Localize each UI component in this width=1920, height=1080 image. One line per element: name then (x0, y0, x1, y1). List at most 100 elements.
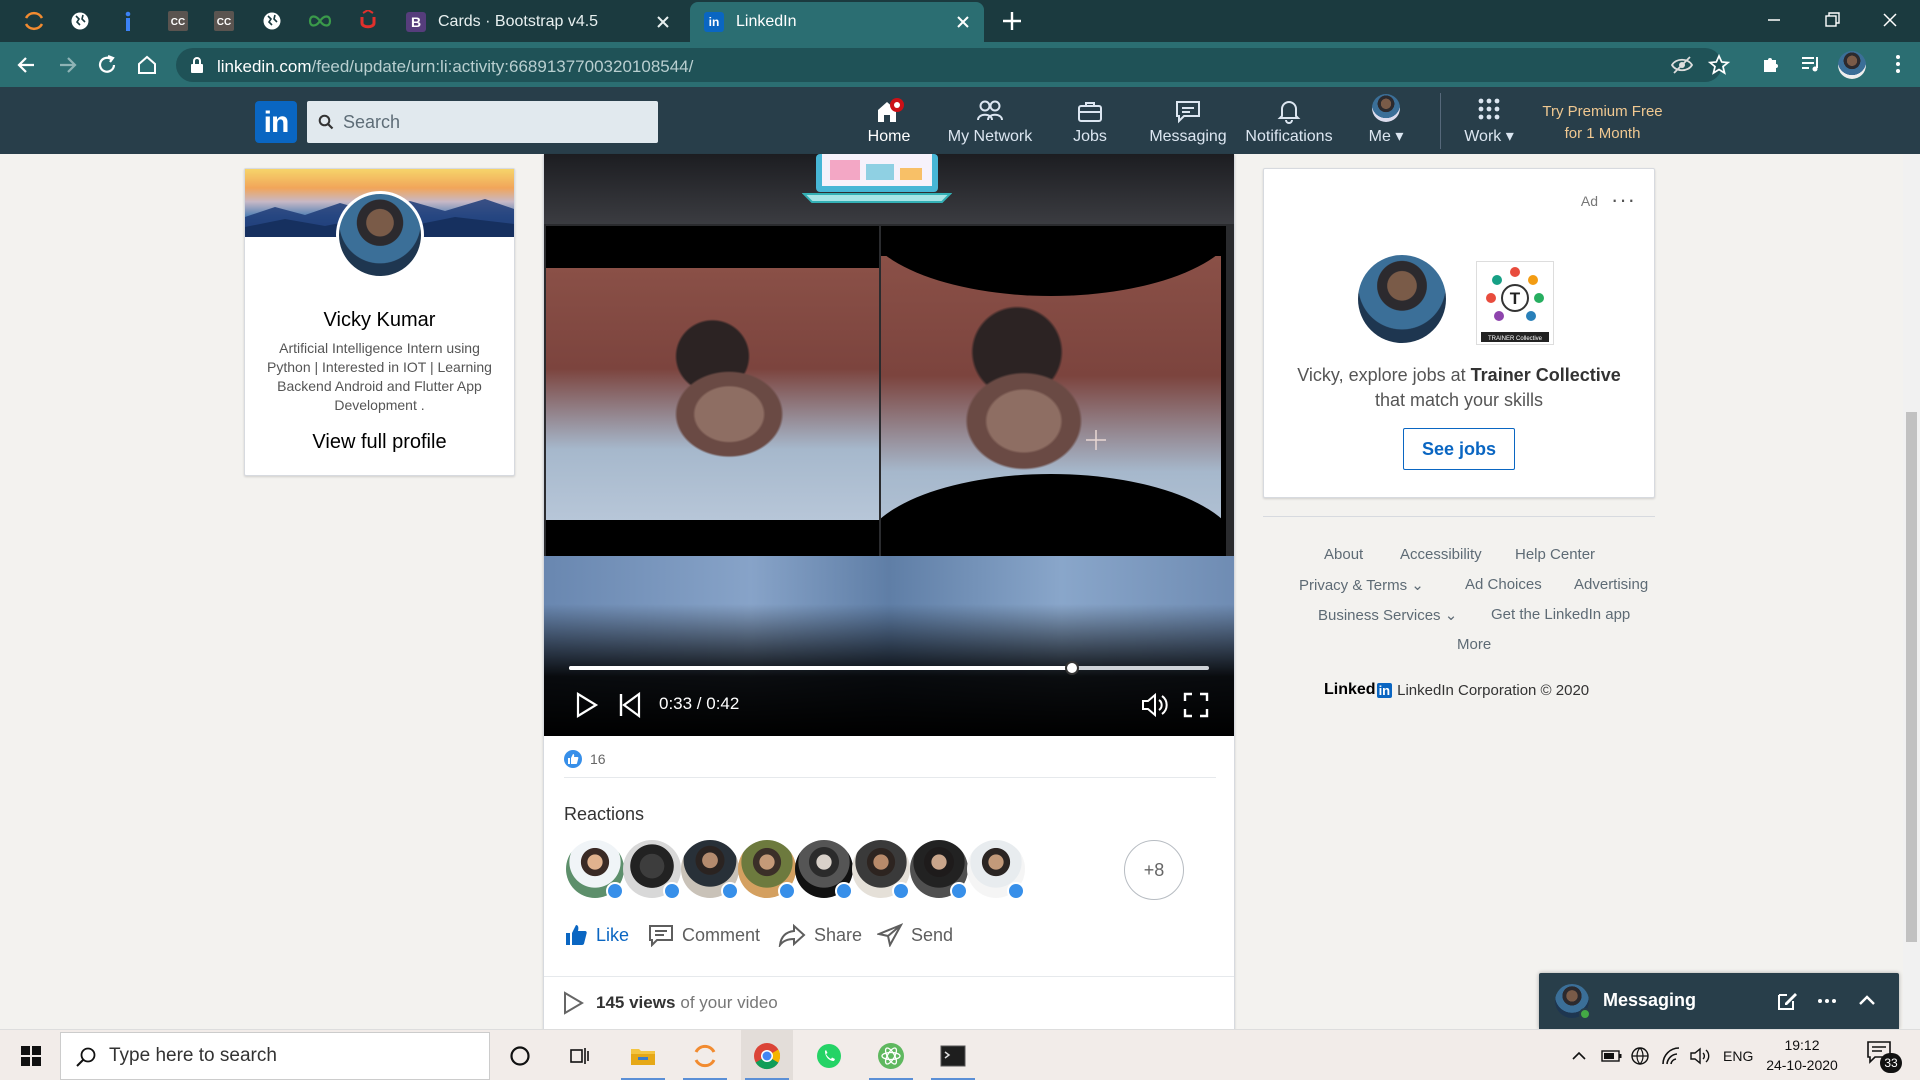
whatsapp-icon[interactable] (803, 1030, 855, 1080)
reload-icon[interactable] (94, 52, 120, 78)
footer-link-privacy-terms[interactable]: Privacy & Terms ⌄ (1299, 576, 1424, 594)
reactor-avatar[interactable] (738, 840, 796, 900)
tab-bootstrap[interactable]: B Cards · Bootstrap v4.5 (392, 2, 684, 42)
bookmark-star-icon[interactable] (1707, 53, 1731, 77)
compose-icon[interactable] (1775, 989, 1799, 1013)
network-globe-icon[interactable] (1630, 1044, 1652, 1068)
reactor-avatar[interactable] (566, 840, 624, 900)
footer-link-advertising[interactable]: Advertising (1574, 576, 1648, 593)
new-tab-icon[interactable] (1001, 10, 1023, 32)
reactor-avatar[interactable] (852, 840, 910, 900)
eclipse-app-icon[interactable] (679, 1030, 731, 1080)
footer-link-accessibility[interactable]: Accessibility (1400, 546, 1482, 563)
reactor-avatar[interactable] (795, 840, 853, 900)
more-reactors-button[interactable]: +8 (1124, 840, 1184, 900)
reactor-avatar[interactable] (967, 840, 1025, 900)
nav-home[interactable]: Home (862, 87, 916, 154)
send-button[interactable]: Send (877, 920, 953, 950)
taskbar-search-input[interactable] (109, 1033, 479, 1079)
pinned-tab-infinity-icon[interactable] (296, 4, 344, 38)
scrollbar-thumb[interactable] (1906, 412, 1917, 942)
forward-icon[interactable] (54, 52, 80, 78)
volume-icon[interactable] (1689, 1044, 1711, 1068)
profile-name[interactable]: Vicky Kumar (245, 309, 514, 332)
close-tab-icon[interactable] (954, 13, 972, 31)
address-bar[interactable]: linkedin.com/feed/update/urn:li:activity… (176, 48, 1731, 82)
media-queue-icon[interactable] (1799, 52, 1823, 76)
reactor-avatar[interactable] (910, 840, 968, 900)
chrome-icon[interactable] (741, 1030, 793, 1080)
file-explorer-icon[interactable] (617, 1030, 669, 1080)
atom-app-icon[interactable] (865, 1030, 917, 1080)
nav-my-network[interactable]: My Network (940, 87, 1040, 154)
reactor-avatar[interactable] (623, 840, 681, 900)
nav-work[interactable]: Work ▾ (1456, 87, 1522, 154)
battery-icon[interactable] (1601, 1044, 1623, 1068)
pinned-tab-cc-icon[interactable]: CC (154, 4, 202, 38)
tab-linkedin[interactable]: in LinkedIn (690, 2, 984, 42)
windows-start-icon[interactable] (10, 1040, 52, 1072)
skip-back-icon[interactable] (615, 690, 645, 720)
footer-link-business-services[interactable]: Business Services ⌄ (1318, 606, 1457, 624)
more-options-icon[interactable]: ··· (1611, 187, 1636, 213)
footer-link-get-app[interactable]: Get the LinkedIn app (1491, 606, 1630, 623)
video-scrubber-handle[interactable] (1065, 661, 1080, 675)
terminal-icon[interactable] (927, 1030, 979, 1080)
eye-off-icon[interactable] (1670, 53, 1694, 77)
more-options-icon[interactable] (1815, 989, 1839, 1013)
lock-icon[interactable] (190, 56, 204, 74)
footer-link-ad-choices[interactable]: Ad Choices (1465, 576, 1542, 593)
pinned-tab-info-icon[interactable] (104, 4, 152, 38)
browser-profile-avatar[interactable] (1838, 51, 1866, 79)
video-views[interactable]: 145 views of your video (562, 990, 778, 1016)
search-input[interactable] (343, 101, 643, 143)
language-indicator[interactable]: ENG (1723, 1044, 1753, 1068)
show-hidden-icons-icon[interactable] (1570, 1044, 1588, 1068)
browser-menu-icon[interactable] (1886, 52, 1910, 76)
share-button[interactable]: Share (778, 920, 862, 950)
pinned-tab-udemy-icon[interactable] (344, 4, 392, 38)
taskbar-search[interactable] (60, 1032, 490, 1080)
action-center-button[interactable]: 33 (1866, 1040, 1910, 1074)
messaging-overlay-bar[interactable]: Messaging (1539, 973, 1899, 1029)
nav-jobs[interactable]: Jobs (1066, 87, 1114, 154)
footer-link-more[interactable]: More (1457, 636, 1491, 653)
search-box[interactable] (307, 101, 658, 143)
trainer-collective-logo[interactable]: T TRAINER Collective (1476, 261, 1554, 345)
url-text[interactable]: linkedin.com/feed/update/urn:li:activity… (217, 57, 693, 77)
comment-button[interactable]: Comment (648, 920, 760, 950)
back-icon[interactable] (14, 52, 40, 78)
system-clock[interactable]: 19:12 24-10-2020 (1762, 1035, 1842, 1075)
footer-link-help-center[interactable]: Help Center (1515, 546, 1595, 563)
cortana-icon[interactable] (494, 1030, 546, 1080)
chevron-up-icon[interactable] (1855, 989, 1879, 1013)
pinned-tab-loading-icon[interactable] (10, 4, 58, 38)
see-jobs-button[interactable]: See jobs (1403, 428, 1515, 470)
wifi-icon[interactable] (1660, 1044, 1682, 1068)
premium-upsell-link[interactable]: Try Premium Free for 1 Month (1525, 101, 1680, 145)
like-count[interactable]: 16 (590, 751, 606, 767)
social-counts[interactable]: 16 (564, 748, 606, 770)
video-player[interactable]: 0:33 / 0:42 (544, 154, 1234, 736)
home-icon[interactable] (134, 52, 160, 78)
profile-avatar[interactable] (336, 191, 424, 279)
video-progress-bar[interactable] (569, 661, 1209, 675)
nav-messaging[interactable]: Messaging (1146, 87, 1230, 154)
volume-icon[interactable] (1139, 690, 1169, 720)
extensions-puzzle-icon[interactable] (1759, 52, 1783, 76)
pinned-tab-globe-icon[interactable] (248, 4, 296, 38)
minimize-icon[interactable] (1760, 8, 1788, 32)
nav-notifications[interactable]: Notifications (1244, 87, 1334, 154)
linkedin-logo[interactable]: in (255, 101, 297, 143)
view-full-profile-link[interactable]: View full profile (245, 431, 514, 454)
like-button[interactable]: Like (564, 920, 629, 950)
reactor-avatar[interactable] (681, 840, 739, 900)
task-view-icon[interactable] (554, 1030, 606, 1080)
footer-link-about[interactable]: About (1324, 546, 1363, 563)
pinned-tab-cc-icon[interactable]: CC (200, 4, 248, 38)
page-scrollbar[interactable] (1903, 154, 1920, 1029)
nav-me[interactable]: Me ▾ (1364, 87, 1408, 154)
close-tab-icon[interactable] (654, 13, 672, 31)
pinned-tab-globe-icon[interactable] (56, 4, 104, 38)
play-icon[interactable] (571, 690, 601, 720)
